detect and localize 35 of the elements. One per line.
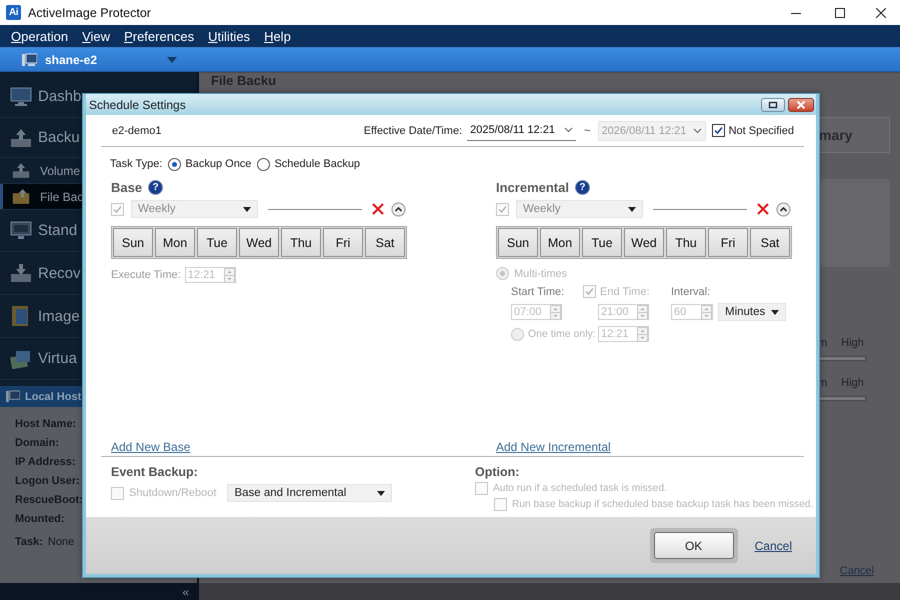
slider-label: High (841, 377, 864, 389)
field-label: Mounted: (15, 512, 64, 527)
section-title: Event Backup: (111, 465, 198, 479)
field-value: None (48, 536, 74, 548)
field-label: Domain: (15, 436, 59, 451)
field-label: Task Type: (110, 158, 162, 170)
radio-label: Multi-times (514, 268, 568, 280)
field-label: Task: (15, 536, 43, 548)
option-label: Auto run if a scheduled task is missed. (493, 483, 667, 494)
checkbox-label: Not Specified (728, 124, 794, 136)
field-label: Interval: (671, 286, 710, 298)
field-label: IP Address: (15, 455, 76, 470)
field-label: Start Time: (511, 286, 566, 298)
section-title: Incremental (496, 180, 569, 194)
field-label: RescueBoot: (15, 493, 83, 508)
field-label: Logon User: (15, 474, 80, 489)
radio-label: One time only: (528, 328, 596, 340)
checkbox-label: Shutdown/Reboot (129, 487, 216, 499)
field-label: Host Name: (15, 417, 76, 432)
window-title: ActiveImage Protector (28, 6, 151, 20)
host-name: shane-e2 (45, 52, 98, 66)
field-label: Effective Date/Time: (364, 124, 462, 136)
app-logo: Ai (6, 5, 21, 20)
page-title: File Backu (210, 73, 276, 90)
slider-label: High (841, 337, 864, 349)
field-label: Execute Time: (111, 269, 181, 281)
section-title: Base (111, 180, 142, 194)
radio-label: Backup Once (185, 158, 252, 170)
range-separator: ~ (584, 124, 591, 136)
radio-label: Schedule Backup (274, 158, 360, 170)
option-label: Run base backup if scheduled base backup task has been missed. (512, 499, 814, 510)
dialog-title: Schedule Settings (89, 98, 186, 112)
task-name: e2-demo1 (112, 124, 162, 136)
checkbox-label: End Time: (600, 286, 650, 298)
section-title: Option: (475, 465, 520, 479)
